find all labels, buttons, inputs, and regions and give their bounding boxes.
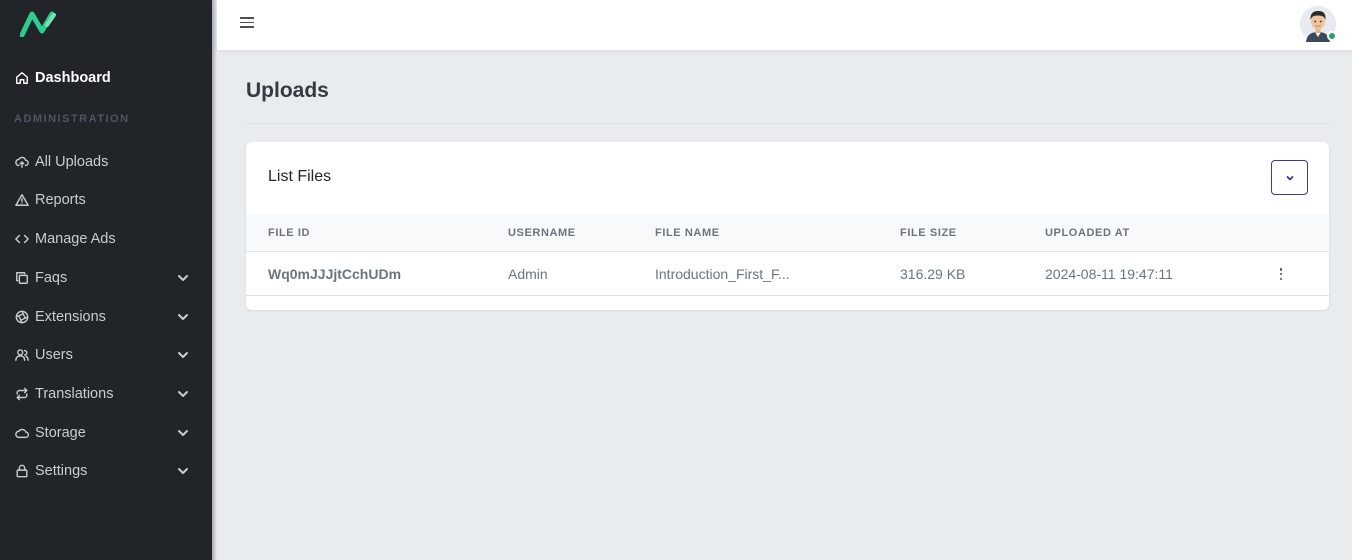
sidebar-item-settings[interactable]: Settings bbox=[0, 457, 212, 485]
chevron-down-icon[interactable] bbox=[176, 426, 190, 440]
copy-icon bbox=[14, 270, 30, 286]
cloud-upload-icon bbox=[14, 154, 30, 170]
sidebar-item-label: Manage Ads bbox=[35, 231, 116, 247]
column-header-uploaded-at[interactable]: UPLOADED AT bbox=[1045, 227, 1130, 239]
sidebar-item-manage-ads[interactable]: Manage Ads bbox=[0, 225, 212, 253]
hamburger-icon[interactable] bbox=[240, 17, 254, 29]
table-row: Wq0mJJJjtCchUDm Admin Introduction_First… bbox=[246, 252, 1329, 296]
list-files-card: List Files FILE ID USERNAME FILE NAME FI… bbox=[246, 142, 1329, 310]
sidebar-item-label: Faqs bbox=[35, 270, 68, 286]
chevron-down-icon[interactable] bbox=[176, 310, 190, 324]
cell-file-size: 316.29 KB bbox=[900, 266, 966, 282]
chevron-down-icon bbox=[1286, 175, 1293, 180]
column-header-file-id[interactable]: FILE ID bbox=[268, 227, 310, 239]
logo-icon[interactable] bbox=[19, 11, 58, 38]
sidebar-item-label: Extensions bbox=[35, 309, 106, 325]
chevron-down-icon[interactable] bbox=[176, 387, 190, 401]
cell-username: Admin bbox=[508, 266, 548, 282]
chevron-down-icon[interactable] bbox=[176, 271, 190, 285]
sidebar-item-label: Settings bbox=[35, 463, 88, 479]
sidebar-section-label: ADMINISTRATION bbox=[14, 113, 130, 125]
table-header: FILE ID USERNAME FILE NAME FILE SIZE UPL… bbox=[246, 214, 1329, 252]
column-header-username[interactable]: USERNAME bbox=[508, 227, 576, 239]
column-header-file-name[interactable]: FILE NAME bbox=[655, 227, 720, 239]
sidebar-item-label: All Uploads bbox=[35, 154, 109, 170]
cell-file-id[interactable]: Wq0mJJJjtCchUDm bbox=[268, 266, 401, 282]
sidebar: Dashboard ADMINISTRATION All Uploads Rep… bbox=[0, 0, 212, 560]
sidebar-shadow bbox=[212, 0, 217, 560]
sidebar-item-label: Translations bbox=[35, 386, 114, 402]
divider bbox=[246, 123, 1329, 124]
chevron-down-icon[interactable] bbox=[176, 464, 190, 478]
chevron-down-icon[interactable] bbox=[176, 348, 190, 362]
sidebar-item-faqs[interactable]: Faqs bbox=[0, 264, 212, 292]
warning-triangle-icon bbox=[14, 192, 30, 208]
online-status-dot bbox=[1327, 31, 1337, 41]
code-icon bbox=[14, 231, 30, 247]
users-icon bbox=[14, 347, 30, 363]
more-options-icon[interactable] bbox=[1276, 267, 1286, 281]
page-title: Uploads bbox=[246, 79, 329, 102]
sidebar-item-users[interactable]: Users bbox=[0, 341, 212, 369]
sidebar-item-label: Users bbox=[35, 347, 73, 363]
sidebar-item-dashboard[interactable]: Dashboard bbox=[0, 64, 212, 92]
column-header-file-size[interactable]: FILE SIZE bbox=[900, 227, 957, 239]
sidebar-item-label: Dashboard bbox=[35, 70, 111, 86]
collapse-button[interactable] bbox=[1271, 160, 1308, 195]
sidebar-item-storage[interactable]: Storage bbox=[0, 419, 212, 447]
card-title: List Files bbox=[268, 168, 332, 185]
repeat-icon bbox=[14, 386, 30, 402]
sidebar-item-label: Storage bbox=[35, 425, 86, 441]
avatar[interactable] bbox=[1300, 6, 1337, 42]
cell-file-name: Introduction_First_F... bbox=[655, 266, 790, 282]
topbar bbox=[217, 0, 1352, 50]
sidebar-item-label: Reports bbox=[35, 192, 86, 208]
sidebar-item-all-uploads[interactable]: All Uploads bbox=[0, 148, 212, 176]
lock-icon bbox=[14, 463, 30, 479]
sidebar-item-translations[interactable]: Translations bbox=[0, 380, 212, 408]
sidebar-item-reports[interactable]: Reports bbox=[0, 186, 212, 214]
cloud-icon bbox=[14, 425, 30, 441]
sidebar-item-extensions[interactable]: Extensions bbox=[0, 303, 212, 331]
cell-uploaded-at: 2024-08-11 19:47:11 bbox=[1045, 266, 1173, 282]
home-icon bbox=[14, 70, 30, 86]
aperture-icon bbox=[14, 309, 30, 325]
